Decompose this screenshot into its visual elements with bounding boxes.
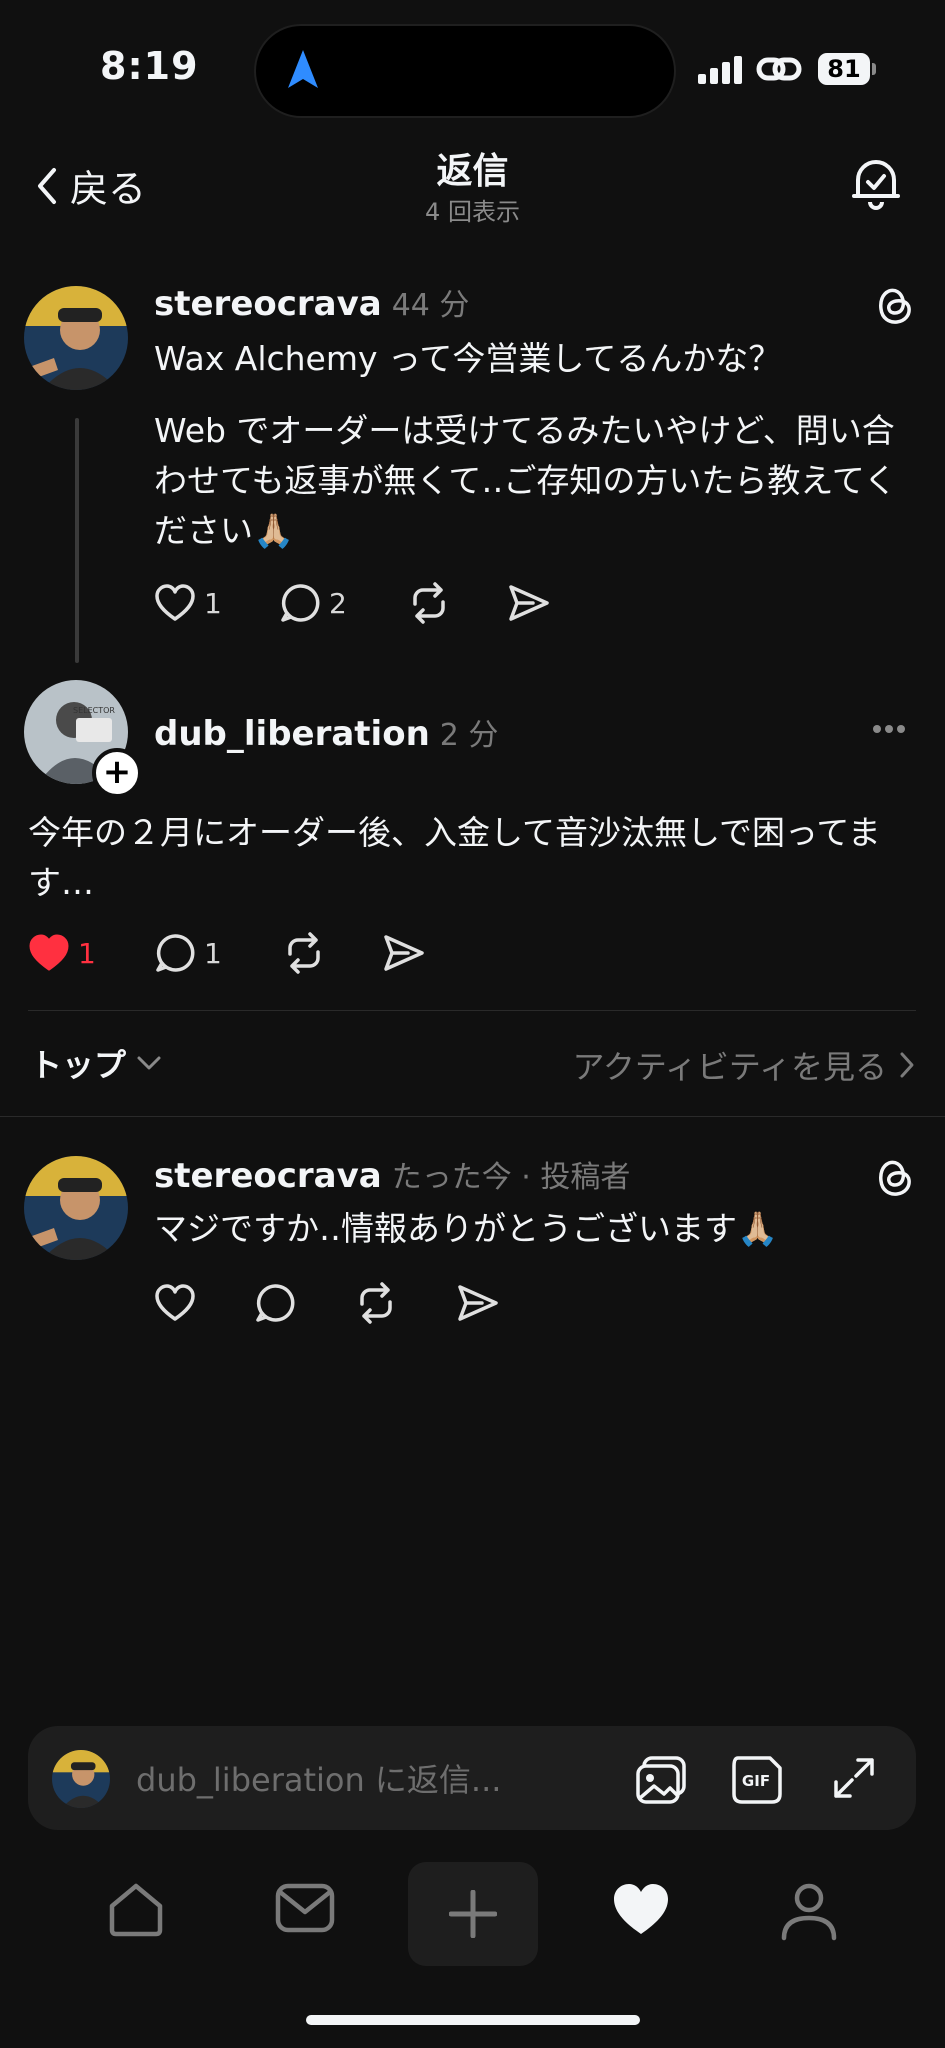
gif-icon[interactable]: GIF [730,1754,784,1806]
repost-icon [413,582,445,624]
home-icon[interactable] [106,1880,166,1940]
reply-actions: 1 1 [28,932,426,974]
heart-icon [155,584,195,621]
home-indicator [306,2015,640,2025]
inbox-icon[interactable] [274,1880,336,1936]
heart-filled-icon [29,934,69,971]
heart-icon[interactable] [154,1283,196,1323]
page-title: 返信 [436,151,509,192]
reply-text: 今年の２月にオーダー後、入金して音沙汰無しで困ってます… [28,813,881,902]
threads-icon[interactable] [872,1154,918,1200]
comment-icon[interactable] [254,1282,296,1324]
share-button[interactable] [507,583,551,623]
notification-bell-icon[interactable] [846,152,906,212]
like-button-liked[interactable]: 1 [28,933,154,973]
profile-icon[interactable] [778,1880,840,1942]
composer-avatar [52,1750,110,1808]
like-count: 1 [204,586,222,620]
section-divider [0,1116,945,1117]
sort-dropdown[interactable]: トップ [30,1040,162,1086]
activity-label: アクティビティを見る [572,1048,887,1086]
reply-repost-button[interactable] [282,932,382,974]
author-reply-text: マジですか‥情報ありがとうございます🙏🏼 [154,1209,779,1248]
chevron-right-icon [900,1052,914,1078]
link-icon [756,57,802,81]
comment-icon [281,584,320,622]
svg-text:SELECTOR: SELECTOR [73,706,115,715]
thread-line [75,418,79,663]
view-activity-link[interactable]: アクティビティを見る [572,1042,915,1088]
post-text-line1: Wax Alchemy って今営業してるんかな？ [154,339,782,378]
sort-label: トップ [30,1046,127,1084]
reply-button[interactable]: 2 [279,582,407,624]
reply-like-count: 1 [78,936,96,970]
reply-input[interactable] [136,1754,606,1806]
avatar-stereocrava[interactable] [24,1156,128,1260]
threads-icon[interactable] [872,282,918,328]
author-reply-actions [154,1282,500,1324]
location-arrow-icon [288,50,318,88]
reply-count: 2 [329,586,347,620]
reply-share-button[interactable] [382,933,426,973]
repost-icon[interactable] [354,1282,398,1324]
reply-time: 2 分 [439,718,499,753]
svg-text:GIF: GIF [742,1772,770,1790]
post-text-line2: Web でオーダーは受けてるみたいやけど、問い合わせても返事が無くて‥ご存知の方… [154,411,897,550]
reply-username[interactable]: dub_liberation [154,714,430,754]
image-attach-icon[interactable] [634,1754,688,1806]
activity-heart-icon[interactable] [610,1880,672,1938]
comment-icon [156,934,195,972]
post-time: 44 分 [391,288,470,323]
like-button[interactable]: 1 [154,583,279,623]
dynamic-island [254,24,676,118]
reply-comment-count: 1 [204,936,222,970]
new-thread-button[interactable] [408,1862,538,1966]
expand-icon[interactable] [832,1756,876,1800]
repost-icon [288,932,320,974]
share-icon[interactable] [456,1283,500,1323]
more-options-icon[interactable] [872,722,906,736]
battery-icon: 81 [818,53,870,85]
share-icon [509,585,549,621]
signal-icon [698,56,742,84]
status-time: 8:19 [100,44,199,88]
post-actions: 1 2 [154,582,551,624]
chevron-down-icon [137,1056,161,1070]
author-reply-meta: たった今 · 投稿者 [391,1160,631,1195]
post-username[interactable]: stereocrava [154,284,382,324]
battery-tip [872,63,876,75]
author-reply-username[interactable]: stereocrava [154,1156,382,1196]
reply-comment-button[interactable]: 1 [154,932,282,974]
divider [28,1010,916,1011]
avatar-stereocrava[interactable] [24,286,128,390]
follow-plus-button[interactable]: + [92,748,142,798]
plus-icon [449,1890,497,1938]
repost-button[interactable] [407,582,507,624]
view-count: 4 回表示 [425,198,520,226]
share-icon [384,935,424,971]
